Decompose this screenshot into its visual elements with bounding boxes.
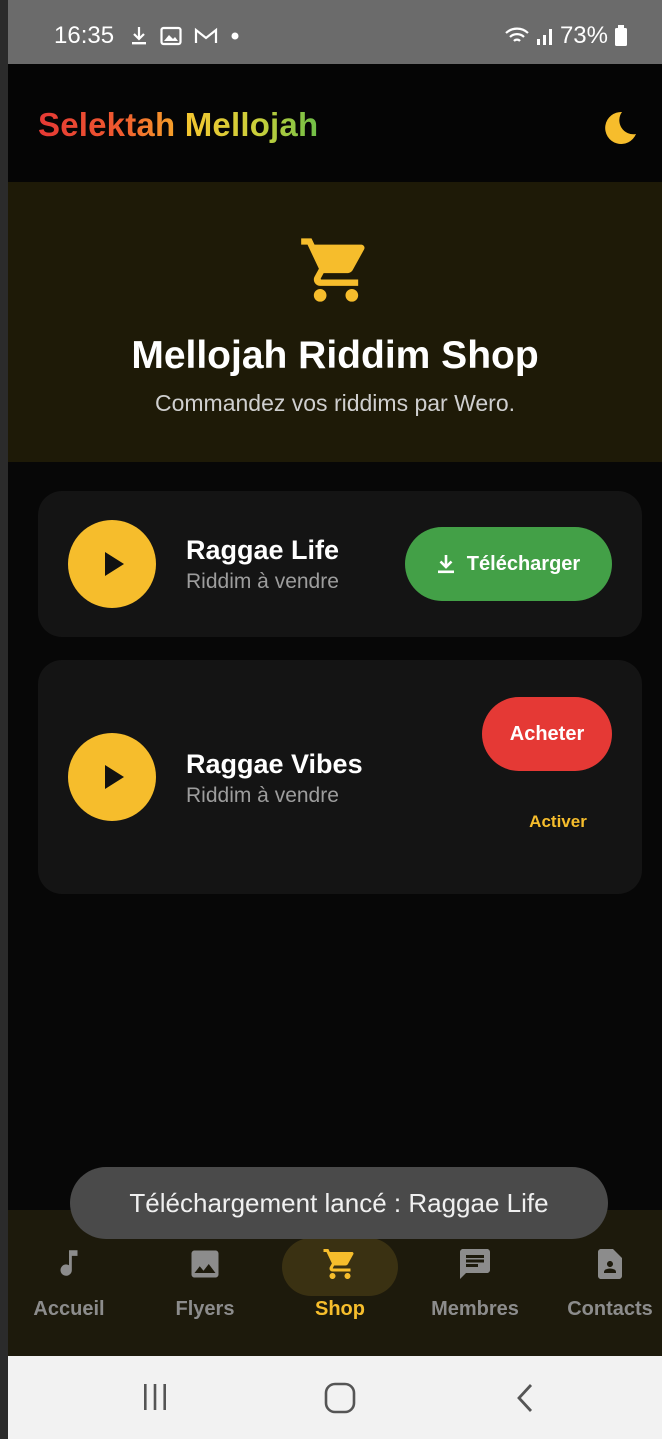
download-button-label: Télécharger <box>466 552 581 575</box>
image-icon <box>191 1250 219 1278</box>
system-navigation-bar <box>8 1356 662 1439</box>
battery-percent: 73% <box>559 22 608 49</box>
play-icon <box>105 552 124 576</box>
play-button[interactable] <box>68 733 156 821</box>
nav-label: Accueil <box>33 1298 105 1320</box>
riddim-title: Raggae Life <box>186 535 340 565</box>
nav-label: Membres <box>431 1298 519 1320</box>
dot-notification-icon <box>231 32 239 40</box>
status-time: 16:35 <box>54 22 115 49</box>
play-icon <box>105 765 124 789</box>
nav-item-flyers[interactable]: Flyers <box>140 1230 270 1321</box>
toast-message: Téléchargement lancé : Raggae Life <box>70 1167 608 1239</box>
gmail-notification-icon <box>194 27 218 43</box>
signal-icon <box>536 29 552 45</box>
contact-card-icon <box>598 1249 622 1279</box>
chat-icon <box>460 1249 490 1279</box>
wifi-icon <box>505 27 529 42</box>
shop-hero: Mellojah Riddim Shop Commandez vos riddi… <box>8 182 662 462</box>
riddim-subtitle: Riddim à vendre <box>186 570 339 593</box>
device-frame: 16:35 73% Selektah Mellojah Mellojah Rid… <box>0 0 662 1439</box>
app-title-part1: Selektah <box>38 106 176 143</box>
moon-icon[interactable] <box>598 108 638 148</box>
shop-subtitle: Commandez vos riddims par Wero. <box>154 390 516 416</box>
nav-label: Flyers <box>175 1298 235 1320</box>
riddim-card: Raggae Vibes Riddim à vendre Acheter Act… <box>38 660 642 894</box>
download-notification-icon <box>132 27 146 45</box>
nav-item-membres[interactable]: Membres <box>410 1230 540 1321</box>
app-title: Selektah Mellojah <box>38 106 318 144</box>
play-button[interactable] <box>68 520 156 608</box>
status-right: 73% <box>504 22 628 50</box>
battery-icon <box>615 25 627 46</box>
nav-item-accueil[interactable]: Accueil <box>8 1230 134 1321</box>
riddim-card: Raggae Life Riddim à vendre Télécharger <box>38 491 642 637</box>
home-icon[interactable] <box>324 1382 356 1414</box>
music-note-icon <box>60 1250 78 1276</box>
nav-item-shop[interactable]: Shop <box>275 1230 405 1321</box>
app-header: Selektah Mellojah <box>8 64 662 182</box>
riddim-subtitle: Riddim à vendre <box>186 784 339 807</box>
download-button[interactable]: Télécharger <box>405 527 612 601</box>
phone-screen: 16:35 73% Selektah Mellojah Mellojah Rid… <box>8 0 662 1439</box>
riddim-title: Raggae Vibes <box>186 749 363 779</box>
download-icon <box>437 555 454 574</box>
back-icon[interactable] <box>514 1382 536 1414</box>
notification-icons <box>130 26 240 46</box>
buy-button[interactable]: Acheter <box>482 697 612 771</box>
recent-apps-icon[interactable] <box>142 1382 168 1412</box>
nav-label: Shop <box>315 1298 365 1320</box>
status-bar: 16:35 73% <box>8 0 662 64</box>
nav-item-contacts[interactable]: Contacts <box>545 1230 662 1321</box>
nav-label: Contacts <box>567 1298 653 1320</box>
activate-link[interactable]: Activer <box>508 812 608 832</box>
gallery-notification-icon <box>160 26 182 46</box>
shop-title: Mellojah Riddim Shop <box>131 334 539 377</box>
app-title-part2: Mellojah <box>184 106 319 143</box>
cart-icon <box>301 238 365 302</box>
cart-icon <box>323 1249 354 1279</box>
